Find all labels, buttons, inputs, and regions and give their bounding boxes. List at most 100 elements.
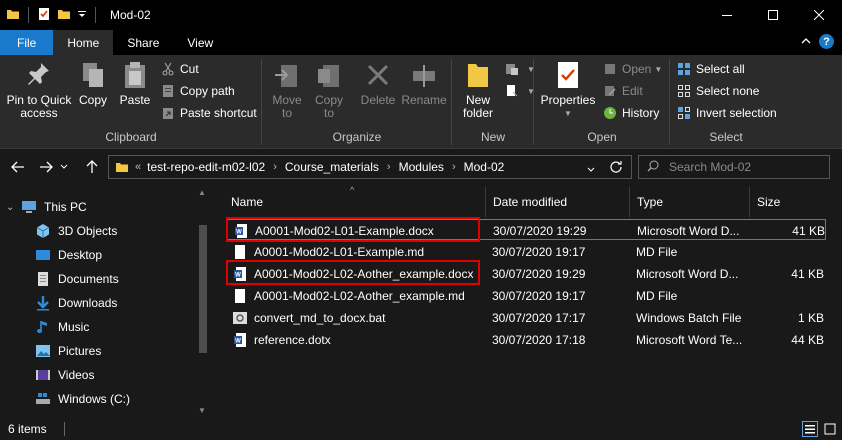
scrollbar-thumb[interactable] xyxy=(199,225,207,353)
paste-shortcut-button[interactable]: Paste shortcut xyxy=(160,103,257,123)
breadcrumb-item[interactable]: Modules xyxy=(399,160,444,174)
pin-quick-access-button[interactable]: Pin to Quick access xyxy=(6,59,72,120)
copy-to-button[interactable]: Copy to xyxy=(310,59,348,120)
file-type: Microsoft Word D... xyxy=(637,223,740,238)
minimize-button[interactable] xyxy=(704,0,750,30)
breadcrumb-overflow[interactable]: « xyxy=(135,161,141,173)
file-size: 41 KB xyxy=(791,266,824,281)
large-icons-view-icon xyxy=(824,423,836,435)
drive-icon xyxy=(34,390,52,408)
file-row[interactable]: W reference.dotx 30/07/2020 17:18 Micros… xyxy=(226,329,826,350)
tab-home[interactable]: Home xyxy=(53,30,114,55)
address-history-button[interactable] xyxy=(587,162,595,176)
nav-item-this-pc[interactable]: ⌄ This PC xyxy=(6,195,87,219)
forward-button[interactable] xyxy=(36,157,56,177)
properties-quick-icon[interactable] xyxy=(37,7,51,24)
new-folder-quick-icon[interactable] xyxy=(57,7,71,24)
maximize-button[interactable] xyxy=(750,0,796,30)
arrow-left-icon xyxy=(11,161,24,173)
breadcrumb-separator-icon[interactable]: › xyxy=(452,161,456,173)
history-button[interactable]: History xyxy=(602,103,659,123)
file-date: 30/07/2020 17:17 xyxy=(492,310,586,325)
search-input[interactable] xyxy=(669,160,819,174)
breadcrumb-item[interactable]: test-repo-edit-m02-l02 xyxy=(147,160,265,174)
properties-icon xyxy=(552,59,584,91)
ribbon-collapse-button[interactable] xyxy=(801,35,811,49)
chevron-down-icon[interactable]: ⌄ xyxy=(6,202,14,213)
properties-button[interactable]: Properties ▼ xyxy=(540,59,596,120)
breadcrumb-separator-icon[interactable]: › xyxy=(273,161,277,173)
folder-icon xyxy=(115,160,129,174)
nav-item-videos[interactable]: Videos xyxy=(34,363,94,387)
column-header-size[interactable]: Size xyxy=(750,187,828,217)
help-button[interactable]: ? xyxy=(819,34,834,49)
file-row[interactable]: W A0001-Mod02-L01-Example.docx 30/07/202… xyxy=(226,219,826,240)
delete-button[interactable]: Delete xyxy=(358,59,398,107)
nav-item-downloads[interactable]: Downloads xyxy=(34,291,117,315)
customize-toolbar-icon[interactable] xyxy=(77,8,87,22)
window-title: Mod-02 xyxy=(110,8,151,22)
paste-icon xyxy=(119,59,151,91)
copy-button[interactable]: Copy xyxy=(76,59,110,107)
tab-file[interactable]: File xyxy=(0,30,54,55)
view-toggle xyxy=(802,421,838,437)
file-row[interactable]: W A0001-Mod02-L02-Aother_example.docx 30… xyxy=(226,263,826,284)
nav-item-documents[interactable]: Documents xyxy=(34,267,119,291)
file-row[interactable]: convert_md_to_docx.bat 30/07/2020 17:17 … xyxy=(226,307,826,328)
new-folder-button[interactable]: New folder xyxy=(458,59,498,120)
file-row[interactable]: A0001-Mod02-L01-Example.md 30/07/2020 19… xyxy=(226,241,826,262)
paste-button[interactable]: Paste xyxy=(116,59,154,107)
open-group-label: Open xyxy=(587,130,617,144)
file-size: 44 KB xyxy=(791,332,824,347)
move-to-button[interactable]: Move to xyxy=(268,59,306,120)
breadcrumb-item[interactable]: Course_materials xyxy=(285,160,379,174)
edit-button[interactable]: Edit xyxy=(602,81,643,101)
invert-selection-button[interactable]: Invert selection xyxy=(676,103,777,123)
tab-share[interactable]: Share xyxy=(113,30,173,55)
file-name: A0001-Mod02-L01-Example.md xyxy=(254,244,425,259)
nav-item-3d-objects[interactable]: 3D Objects xyxy=(34,219,117,243)
rename-button[interactable]: Rename xyxy=(401,59,447,107)
details-view-button[interactable] xyxy=(802,421,818,437)
nav-item-windows-c[interactable]: Windows (C:) xyxy=(34,387,130,411)
navpane-scrollbar[interactable]: ▲ ▼ xyxy=(196,185,210,418)
easy-access-button[interactable]: ▼ xyxy=(504,81,535,101)
recent-locations-button[interactable] xyxy=(58,157,70,177)
pin-icon xyxy=(23,59,55,91)
easy-access-icon xyxy=(504,83,520,99)
file-row[interactable]: A0001-Mod02-L02-Aother_example.md 30/07/… xyxy=(226,285,826,306)
arrow-up-icon xyxy=(86,160,98,173)
video-icon xyxy=(34,366,52,384)
breadcrumb-item[interactable]: Mod-02 xyxy=(464,160,505,174)
select-none-icon xyxy=(676,83,692,99)
nav-item-pictures[interactable]: Pictures xyxy=(34,339,101,363)
scroll-up-icon[interactable]: ▲ xyxy=(198,188,206,197)
column-header-name[interactable]: Name xyxy=(224,187,486,217)
back-button[interactable] xyxy=(8,157,28,177)
large-icons-view-button[interactable] xyxy=(822,421,838,437)
ribbon-right-controls: ? xyxy=(801,34,834,49)
file-date: 30/07/2020 19:29 xyxy=(493,223,587,238)
select-all-button[interactable]: Select all xyxy=(676,59,745,79)
scroll-down-icon[interactable]: ▼ xyxy=(198,406,206,415)
open-button[interactable]: Open ▼ xyxy=(602,59,662,79)
breadcrumb-separator-icon[interactable]: › xyxy=(387,161,391,173)
nav-item-music[interactable]: Music xyxy=(34,315,89,339)
cut-button[interactable]: Cut xyxy=(160,59,199,79)
select-none-button[interactable]: Select none xyxy=(676,81,759,101)
svg-text:W: W xyxy=(235,272,241,278)
window-controls xyxy=(704,0,842,30)
refresh-button[interactable] xyxy=(609,160,623,177)
nav-item-desktop[interactable]: Desktop xyxy=(34,243,102,267)
tab-view[interactable]: View xyxy=(173,30,227,55)
new-item-button[interactable]: ▼ xyxy=(504,59,535,79)
documents-icon xyxy=(34,270,52,288)
up-button[interactable] xyxy=(82,157,102,177)
column-header-type[interactable]: Type xyxy=(630,187,750,217)
copy-path-button[interactable]: Copy path xyxy=(160,81,235,101)
column-header-date[interactable]: Date modified xyxy=(486,187,630,217)
search-box[interactable] xyxy=(638,155,830,179)
address-bar[interactable]: « test-repo-edit-m02-l02 › Course_materi… xyxy=(108,155,632,179)
close-button[interactable] xyxy=(796,0,842,30)
copy-to-icon xyxy=(313,59,345,91)
